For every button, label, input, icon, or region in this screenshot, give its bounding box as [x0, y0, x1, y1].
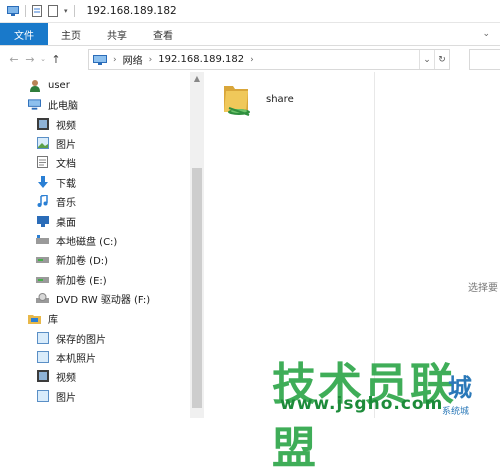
- shared-folder-icon: [224, 86, 250, 116]
- nav-item-this-pc[interactable]: 此电脑: [28, 95, 78, 113]
- nav-label: 库: [48, 314, 58, 326]
- nav-item-dvd-drive[interactable]: DVD RW 驱动器 (F:): [36, 289, 150, 307]
- explorer-window-icon: [7, 6, 19, 16]
- recent-locations-icon[interactable]: ⌄: [38, 55, 48, 63]
- back-arrow-icon[interactable]: ←: [6, 53, 22, 66]
- expand-ribbon-icon[interactable]: ⌄: [482, 23, 490, 45]
- nav-item-drive-d[interactable]: 新加卷 (D:): [36, 250, 108, 268]
- nav-item-desktop[interactable]: 桌面: [36, 212, 76, 230]
- hard-drive-icon: [36, 273, 49, 286]
- breadcrumb-separator-icon[interactable]: ›: [250, 55, 254, 65]
- forward-arrow-icon[interactable]: →: [22, 53, 38, 66]
- hard-drive-icon: [36, 253, 49, 266]
- nav-item-drive-c[interactable]: 本地磁盘 (C:): [36, 231, 117, 249]
- nav-item-documents[interactable]: 文档: [36, 153, 76, 171]
- nav-label: 本地磁盘 (C:): [56, 236, 118, 248]
- video-folder-icon: [36, 118, 49, 131]
- nav-label: 桌面: [56, 217, 76, 229]
- tab-home[interactable]: 主页: [48, 23, 94, 45]
- nav-label: 本机照片: [56, 353, 96, 365]
- desktop-icon: [36, 215, 49, 228]
- list-item[interactable]: share: [222, 82, 294, 116]
- nav-label: 图片: [56, 139, 76, 151]
- tab-share[interactable]: 共享: [94, 23, 140, 45]
- dvd-drive-icon: [36, 292, 49, 305]
- nav-label: 下载: [56, 178, 76, 190]
- video-folder-icon: [36, 370, 49, 383]
- nav-label: 新加卷 (D:): [56, 255, 109, 267]
- address-dropdown-icon[interactable]: ⌄: [419, 50, 434, 69]
- picture-folder-icon: [36, 332, 49, 345]
- address-bar[interactable]: › 网络 › 192.168.189.182 › ⌄ ↻: [88, 49, 450, 70]
- download-arrow-icon: [36, 176, 49, 189]
- music-note-icon: [36, 195, 49, 208]
- user-icon: [28, 79, 41, 92]
- breadcrumb-separator-icon[interactable]: ›: [149, 55, 153, 65]
- tab-view[interactable]: 查看: [140, 23, 186, 45]
- tab-file[interactable]: 文件: [0, 23, 48, 45]
- nav-label: user: [48, 79, 70, 91]
- nav-item-lib-pictures[interactable]: 图片: [36, 387, 76, 405]
- nav-item-downloads[interactable]: 下载: [36, 173, 76, 191]
- toolbar-separator: [25, 5, 26, 17]
- nav-item-lib-videos[interactable]: 视频: [36, 367, 76, 385]
- picture-folder-icon: [36, 137, 49, 150]
- watermark-url: www.jsgho.com: [280, 394, 444, 414]
- nav-label: 此电脑: [48, 100, 78, 112]
- scroll-up-arrow-icon[interactable]: ▲: [190, 74, 204, 83]
- nav-item-drive-e[interactable]: 新加卷 (E:): [36, 270, 107, 288]
- ribbon: 文件 主页 共享 查看 ⌄: [0, 23, 500, 46]
- window-title: 192.168.189.182: [86, 5, 177, 17]
- breadcrumb-host[interactable]: 192.168.189.182: [158, 54, 244, 65]
- system-drive-icon: [36, 234, 49, 247]
- nav-label: DVD RW 驱动器 (F:): [56, 294, 151, 306]
- breadcrumb-network[interactable]: 网络: [123, 52, 143, 67]
- refresh-icon[interactable]: ↻: [434, 50, 449, 69]
- document-folder-icon: [36, 156, 49, 169]
- title-bar: ▾ 192.168.189.182: [0, 0, 500, 23]
- nav-item-videos[interactable]: 视频: [36, 115, 76, 133]
- computer-icon: [28, 98, 41, 111]
- nav-item-user[interactable]: user: [28, 76, 70, 94]
- picture-folder-icon: [36, 351, 49, 364]
- scrollbar-thumb[interactable]: [192, 168, 202, 408]
- search-input[interactable]: [469, 49, 500, 70]
- nav-label: 视频: [56, 372, 76, 384]
- quick-access-dropdown-icon[interactable]: ▾: [64, 7, 68, 15]
- nav-label: 保存的图片: [56, 334, 106, 346]
- nav-item-camera-roll[interactable]: 本机照片: [36, 348, 96, 366]
- preview-pane-hint: 选择要: [468, 283, 498, 294]
- nav-label: 视频: [56, 120, 76, 132]
- nav-item-pictures[interactable]: 图片: [36, 134, 76, 152]
- up-arrow-icon[interactable]: ↑: [48, 53, 64, 66]
- network-computer-icon: [93, 54, 107, 65]
- navigation-bar: ← → ⌄ ↑ › 网络 › 192.168.189.182 › ⌄ ↻: [0, 46, 500, 72]
- watermark-sub: 城: [448, 374, 472, 402]
- new-folder-icon[interactable]: [48, 5, 58, 17]
- nav-label: 文档: [56, 158, 76, 170]
- picture-folder-icon: [36, 390, 49, 403]
- navigation-pane: user 此电脑 视频 图片 文档 下载 音乐 桌面 本地磁盘 (C:) 新加卷…: [0, 72, 190, 418]
- toolbar-separator: [73, 5, 75, 17]
- watermark-tag: 系统城: [442, 407, 470, 417]
- nav-item-libraries[interactable]: 库: [28, 309, 58, 327]
- breadcrumb-separator-icon[interactable]: ›: [113, 55, 117, 65]
- nav-item-music[interactable]: 音乐: [36, 192, 76, 210]
- properties-icon[interactable]: [32, 5, 42, 17]
- nav-item-saved-pictures[interactable]: 保存的图片: [36, 329, 106, 347]
- nav-label: 新加卷 (E:): [56, 275, 107, 287]
- nav-pane-scrollbar[interactable]: ▲: [190, 72, 204, 418]
- nav-label: 图片: [56, 392, 76, 404]
- nav-label: 音乐: [56, 197, 76, 209]
- folder-name: share: [266, 93, 294, 105]
- library-icon: [28, 312, 41, 325]
